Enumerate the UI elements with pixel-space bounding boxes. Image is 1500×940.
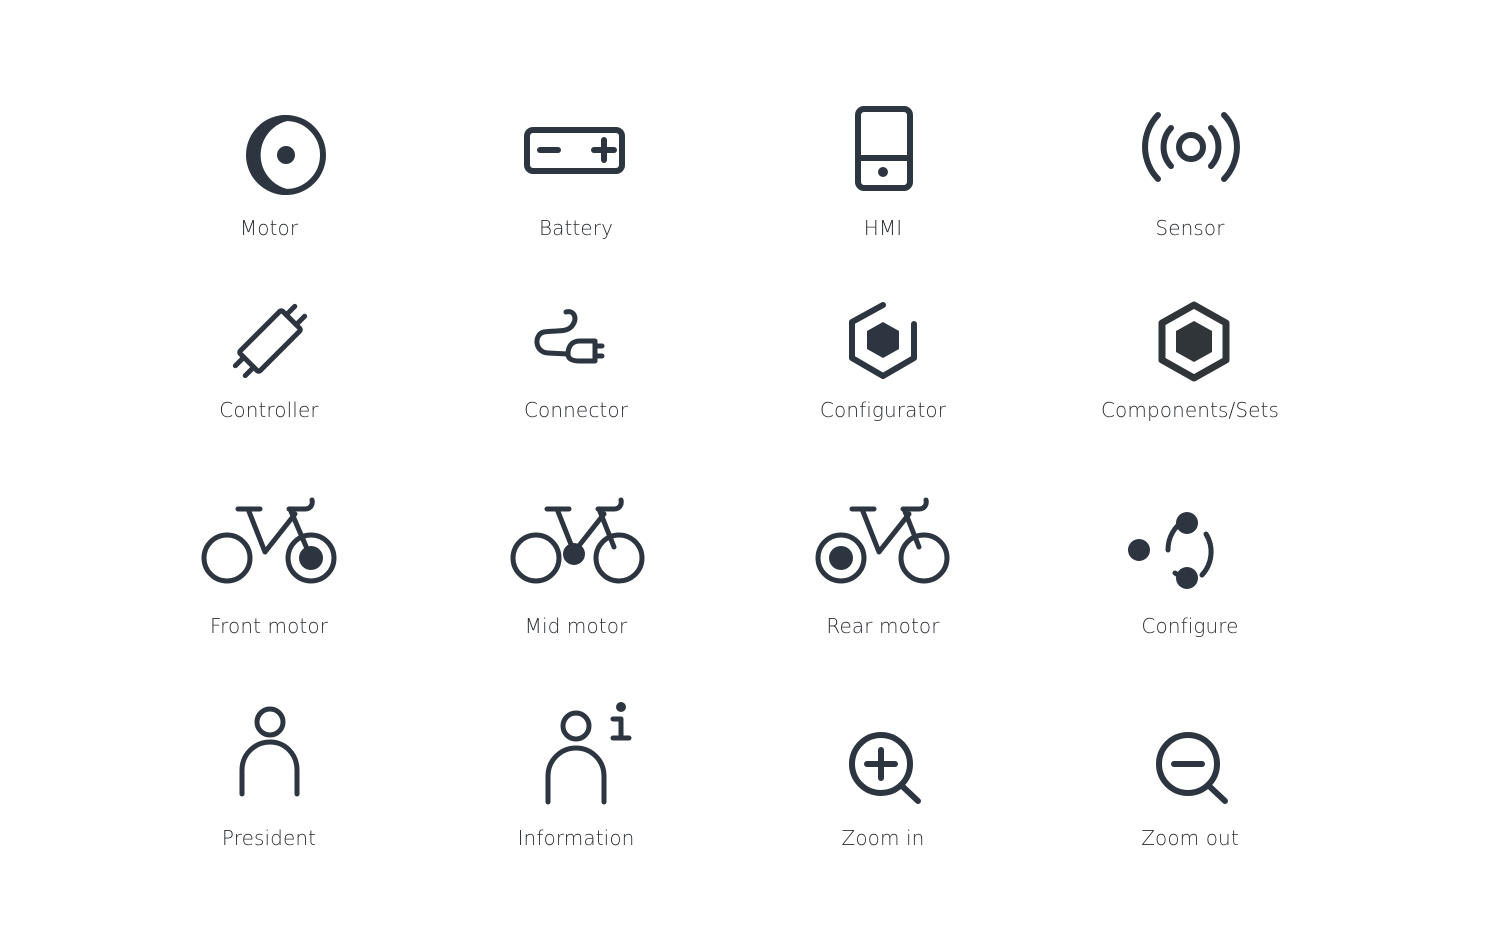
icon-label: Rear motor xyxy=(826,614,940,638)
icon-label: Mid motor xyxy=(524,614,628,638)
icon-label: Zoom out xyxy=(1141,826,1239,850)
sensor-icon xyxy=(1142,112,1240,182)
icon-label: Zoom in xyxy=(841,826,925,850)
icon-sheet: { "colors": { "icon": "#2c3540", "label"… xyxy=(0,0,1500,940)
icon-label: Motor xyxy=(239,216,299,240)
icon-tile-information: Information xyxy=(456,692,696,872)
icon-label: HMI xyxy=(863,216,903,240)
icon-tile-battery: Battery xyxy=(456,82,696,262)
motor-icon xyxy=(246,115,326,195)
icon-tile-connector: Connector xyxy=(456,280,696,460)
icon-tile-front-motor: Front motor xyxy=(149,480,389,660)
icon-tile-configurator: Configurator xyxy=(763,280,1003,460)
icon-tile-controller: Controller xyxy=(149,280,389,460)
icon-label: President xyxy=(221,826,317,850)
configure-nodes-icon xyxy=(1128,512,1214,589)
icon-tile-hmi: HMI xyxy=(763,82,1003,262)
icon-tile-rear-motor: Rear motor xyxy=(763,480,1003,660)
bike-rear-motor-icon xyxy=(815,497,950,584)
icon-label: Configurator xyxy=(819,398,947,422)
icon-label: Information xyxy=(517,826,635,850)
icon-tile-sensor: Sensor xyxy=(1070,82,1310,262)
icon-tile-zoom-in: Zoom in xyxy=(763,692,1003,872)
icon-label: Sensor xyxy=(1155,216,1225,240)
bike-front-motor-icon xyxy=(201,497,337,584)
icon-tile-components-sets: Components/Sets xyxy=(1070,280,1310,460)
icon-label: Controller xyxy=(219,398,319,422)
person-info-icon xyxy=(545,702,632,805)
icon-tile-zoom-out: Zoom out xyxy=(1070,692,1310,872)
icon-tile-president: President xyxy=(149,692,389,872)
icon-label: Configure xyxy=(1141,614,1239,638)
person-icon xyxy=(239,706,300,797)
icon-label: Components/Sets xyxy=(1100,398,1280,422)
icon-label: Front motor xyxy=(209,614,329,638)
icon-tile-mid-motor: Mid motor xyxy=(456,480,696,660)
zoom-in-icon xyxy=(849,732,921,804)
icon-tile-configure: Configure xyxy=(1070,480,1310,660)
battery-icon xyxy=(524,127,625,174)
hmi-display-icon xyxy=(855,106,913,191)
bike-mid-motor-icon xyxy=(510,497,645,584)
icon-label: Connector xyxy=(523,398,629,422)
icon-label: Battery xyxy=(538,216,614,240)
zoom-out-icon xyxy=(1156,732,1228,804)
icon-tile-motor: Motor xyxy=(149,82,389,262)
